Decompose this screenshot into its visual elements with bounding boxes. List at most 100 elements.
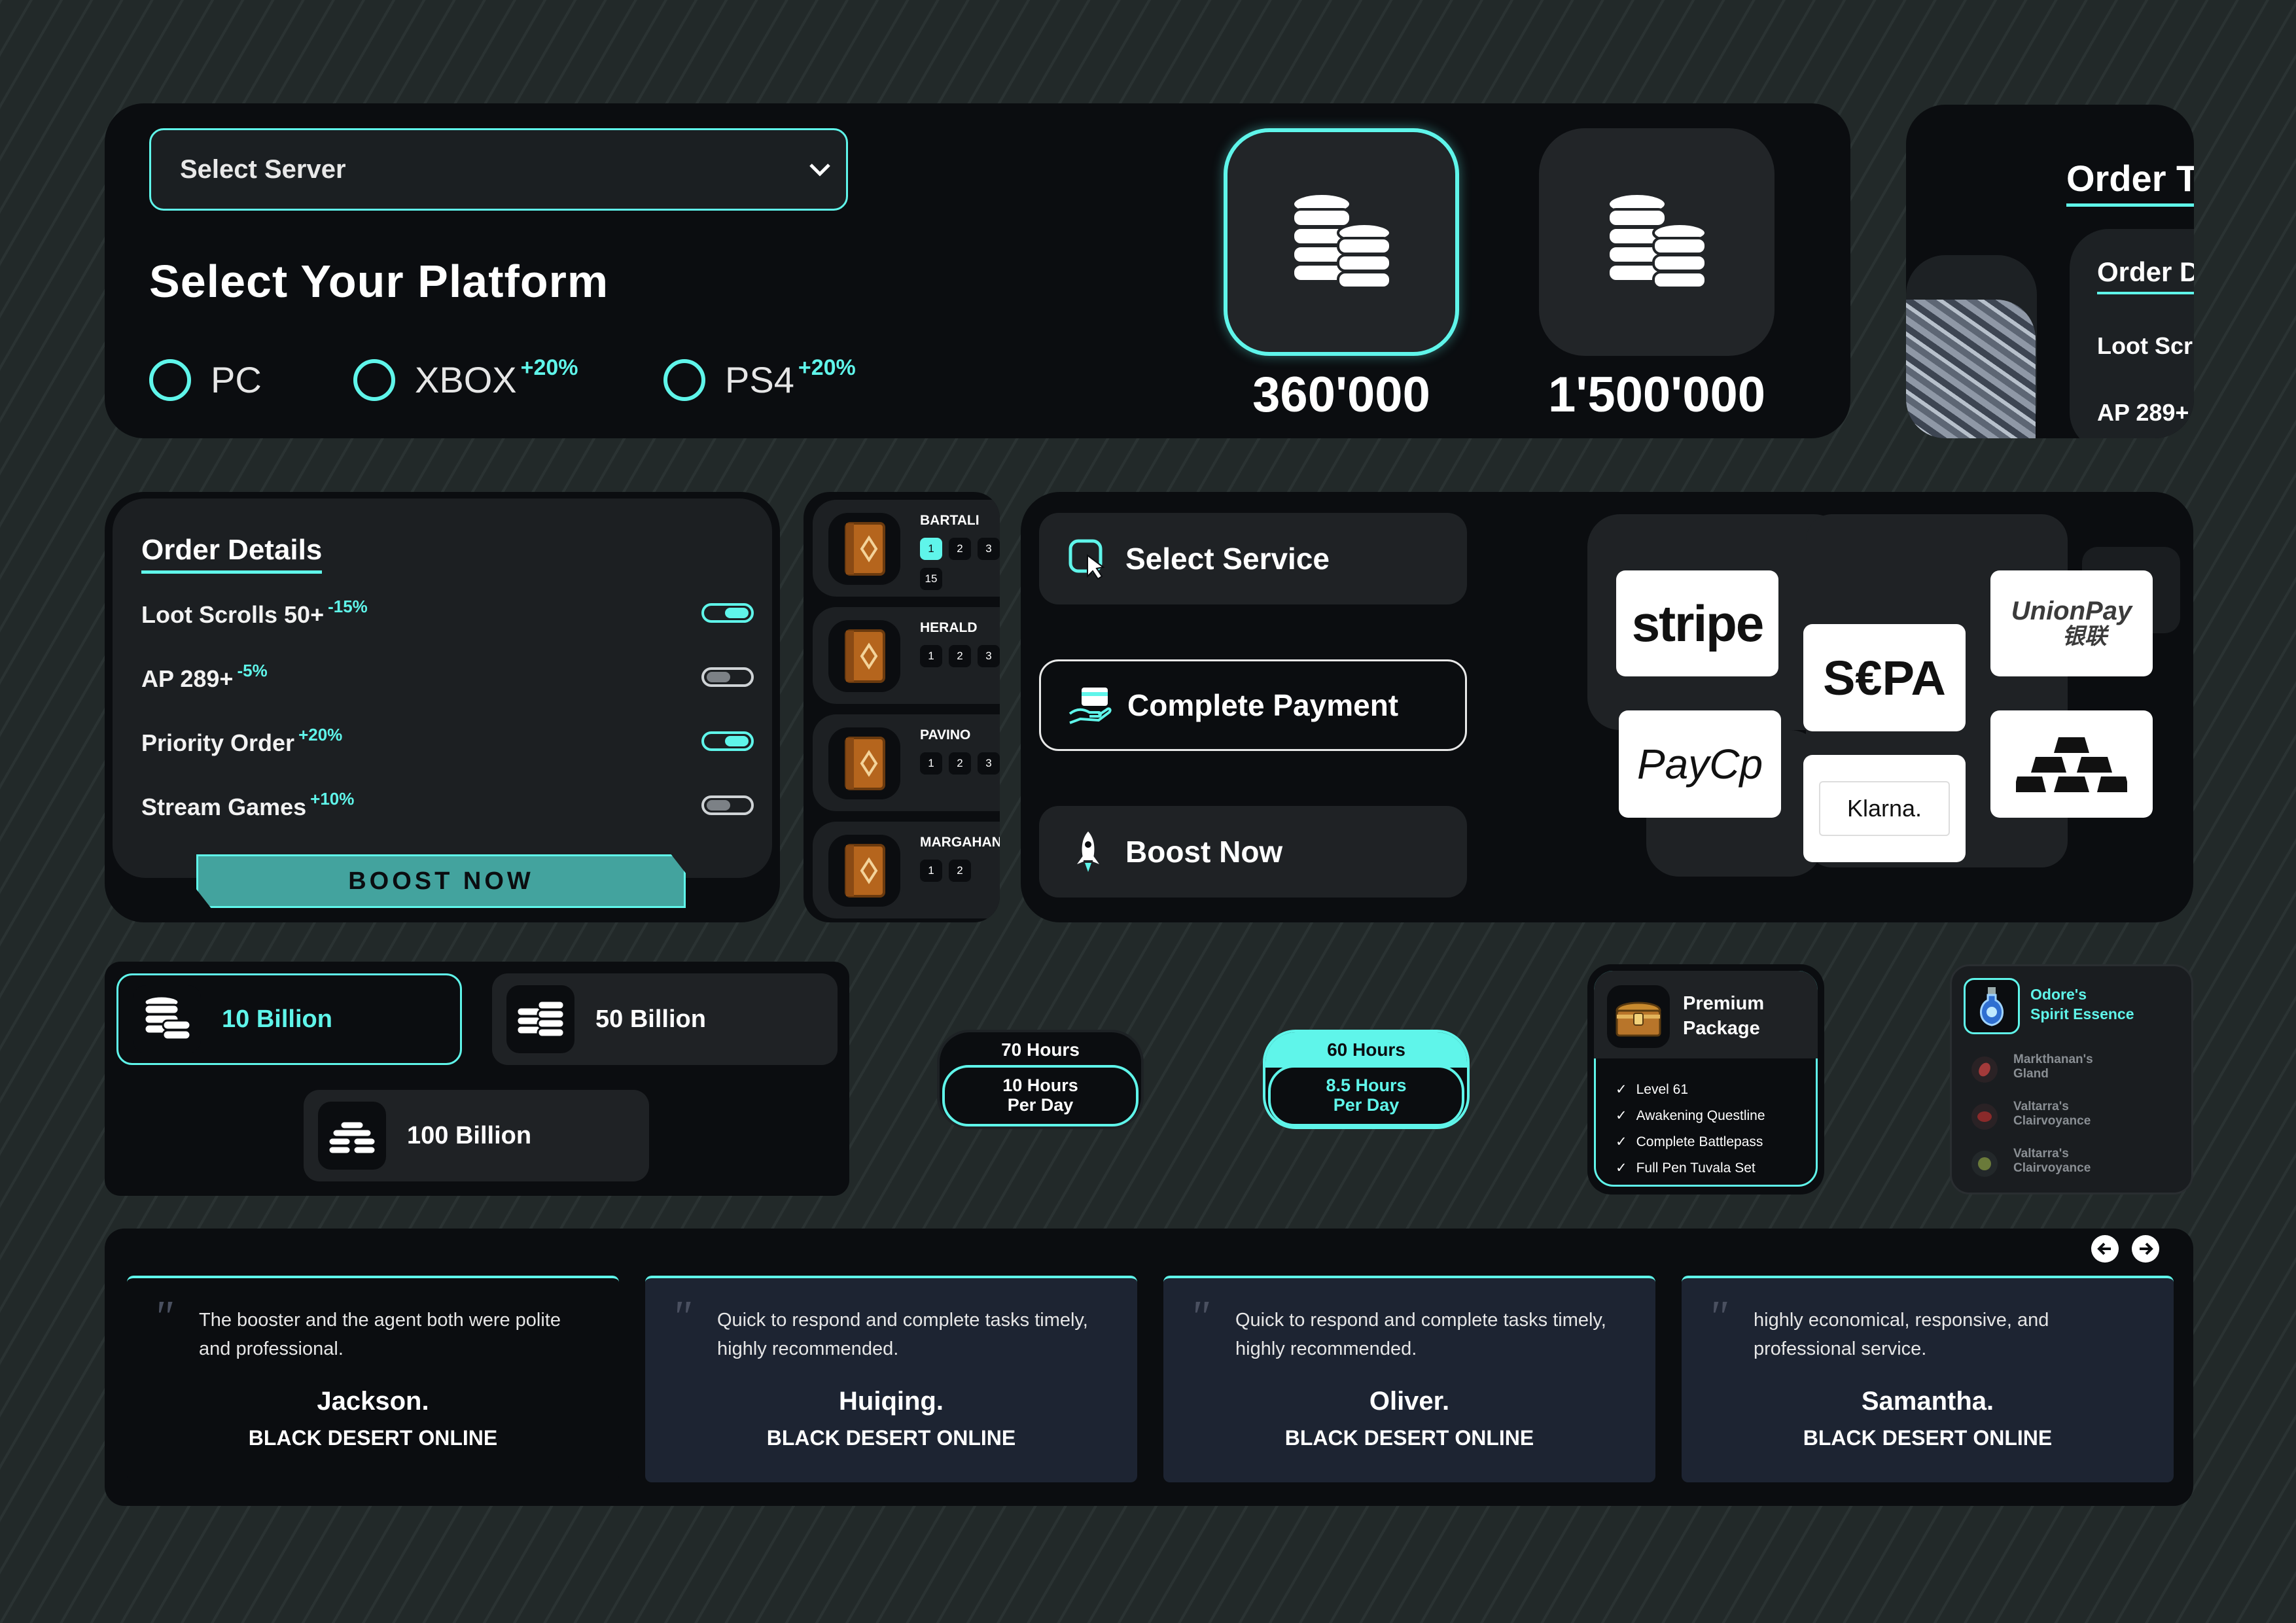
platform-option-xbox[interactable]: XBOX +20% xyxy=(353,355,578,401)
premium-package-inner: Premium Package ✓ Level 61 ✓ Awakening Que… xyxy=(1594,971,1818,1187)
page-button[interactable]: 15 xyxy=(920,568,942,590)
coin-option-360k[interactable] xyxy=(1224,128,1459,356)
page-button[interactable]: 1 xyxy=(920,860,942,882)
page-button[interactable]: 1 xyxy=(920,752,942,775)
billion-option-100[interactable]: 100 Billion xyxy=(304,1090,649,1181)
book-icon xyxy=(828,513,900,585)
platform-bonus: +20% xyxy=(520,355,578,380)
testimonial-name: Oliver. xyxy=(1369,1387,1450,1416)
klarna-label: Klarna. xyxy=(1846,795,1922,822)
hours-option-70[interactable]: 70 Hours 10 Hours Per Day xyxy=(937,1030,1144,1129)
server-select[interactable]: Select Server xyxy=(149,128,848,211)
gland-icon xyxy=(1971,1056,1998,1083)
page-button[interactable]: 3 xyxy=(978,538,1000,560)
page-button[interactable]: 3 xyxy=(978,752,1000,775)
coin-option-1500k[interactable] xyxy=(1539,128,1775,356)
prev-arrow-button[interactable] xyxy=(2091,1235,2119,1263)
testimonial-text: highly economical, responsive, and profe… xyxy=(1754,1310,2049,1359)
radio-circle[interactable] xyxy=(353,358,395,401)
order-item-toggle[interactable] xyxy=(701,667,754,687)
order-item-mod: -15% xyxy=(328,597,368,616)
order-item: Loot Scrolls 50+ -15% xyxy=(141,597,368,629)
platform-label: XBOX xyxy=(415,359,517,400)
book-item[interactable]: BARTALI 1 2 3 15 xyxy=(813,500,1000,597)
page-button[interactable]: 1 xyxy=(920,538,942,560)
testimonial-card: " The booster and the agent both were po… xyxy=(127,1276,619,1482)
server-select-label: Select Server xyxy=(180,154,346,184)
coin-stack-icon xyxy=(318,1102,386,1170)
spirit-item-line2: Clairvoyance xyxy=(2013,1114,2091,1128)
spirit-essence-card[interactable]: Odore's Spirit Essence Markthanan's Gland… xyxy=(1950,964,2193,1195)
klarna-logo[interactable]: Klarna. xyxy=(1803,755,1966,862)
platform-option-ps4[interactable]: PS4 +20% xyxy=(663,355,856,401)
order-summary-line: Loot Scr xyxy=(2097,332,2193,359)
radio-circle[interactable] xyxy=(663,358,705,401)
platform-label: PS4 xyxy=(725,359,794,400)
billion-label: 10 Billion xyxy=(222,1005,332,1033)
hours-option-60[interactable]: 60 Hours 8.5 Hours Per Day xyxy=(1263,1030,1470,1129)
toggle-knob xyxy=(725,608,749,618)
testimonial-name: Jackson. xyxy=(317,1387,429,1416)
order-item-toggle[interactable] xyxy=(701,795,754,815)
book-item[interactable]: HERALD 1 2 3 xyxy=(813,607,1000,704)
spirit-item-line2: Gland xyxy=(2013,1067,2049,1081)
testimonial-game: BLACK DESERT ONLINE xyxy=(1803,1426,2053,1450)
hours-total: 70 Hours xyxy=(1001,1039,1080,1060)
complete-payment-button[interactable]: Complete Payment xyxy=(1039,659,1467,751)
order-item-toggle[interactable] xyxy=(701,731,754,751)
platform-option-pc[interactable]: PC xyxy=(149,358,262,401)
order-item: AP 289+ -5% xyxy=(141,661,268,693)
book-icon xyxy=(828,620,900,692)
spirit-item-line1: Markthanan's xyxy=(2013,1053,2093,1066)
order-item: Priority Order +20% xyxy=(141,725,342,757)
hours-per-day-unit: Per Day xyxy=(1333,1095,1400,1115)
premium-item-label: Complete Battlepass xyxy=(1636,1134,1763,1149)
order-item-mod: -5% xyxy=(237,661,268,680)
page-button[interactable]: 2 xyxy=(949,538,971,560)
spirit-title-line2: Spirit Essence xyxy=(2030,1005,2134,1022)
unionpay-logo[interactable]: UnionPay 银联 xyxy=(1990,570,2153,676)
page-button[interactable]: 1 xyxy=(920,645,942,667)
stripe-logo[interactable]: stripe xyxy=(1616,570,1778,676)
book-name: HERALD xyxy=(920,620,978,635)
hours-per-day-value: 10 Hours xyxy=(1002,1075,1078,1095)
book-item[interactable]: MARGAHAN 1 2 xyxy=(813,822,1000,918)
spirit-item: Valtarra's Clairvoyance xyxy=(1971,1100,2091,1130)
stripe-label: stripe xyxy=(1631,594,1764,652)
premium-item: ✓ Level 61 xyxy=(1616,1081,1688,1098)
billion-option-10[interactable]: 10 Billion xyxy=(116,973,462,1065)
page-button[interactable]: 2 xyxy=(949,645,971,667)
page-button[interactable]: 3 xyxy=(978,645,1000,667)
premium-item-label: Level 61 xyxy=(1636,1082,1689,1097)
page-button[interactable]: 2 xyxy=(949,752,971,775)
testimonials-panel: " The booster and the agent both were po… xyxy=(105,1229,2193,1506)
arrow-right-icon xyxy=(2140,1242,2153,1255)
hours-per-day: 10 Hours Per Day xyxy=(942,1065,1139,1126)
order-item-toggle[interactable] xyxy=(701,603,754,623)
potion-icon xyxy=(1964,978,2020,1034)
spirit-item-line2: Clairvoyance xyxy=(2013,1161,2091,1175)
boost-now-step-button[interactable]: Boost Now xyxy=(1039,806,1467,898)
boost-now-button[interactable]: BOOST NOW xyxy=(196,854,686,908)
select-service-button[interactable]: Select Service xyxy=(1039,513,1467,604)
cursor-target-icon xyxy=(1069,539,1105,580)
page-button[interactable]: 2 xyxy=(949,860,971,882)
treasure-chest-icon xyxy=(1607,985,1670,1048)
book-item[interactable]: PAVINO 1 2 3 xyxy=(813,714,1000,811)
radio-circle[interactable] xyxy=(149,358,191,401)
paycop-logo[interactable]: PayCp xyxy=(1619,710,1781,818)
sepa-logo[interactable]: S€PA xyxy=(1803,624,1966,731)
gold-bars-logo[interactable] xyxy=(1990,710,2153,818)
next-arrow-button[interactable] xyxy=(2132,1235,2159,1263)
testimonial-game: BLACK DESERT ONLINE xyxy=(1284,1426,1534,1450)
order-item: Stream Games +10% xyxy=(141,789,354,821)
billion-option-50[interactable]: 50 Billion xyxy=(492,973,838,1065)
book-name: PAVINO xyxy=(920,727,971,742)
quote-icon: " xyxy=(153,1292,173,1342)
premium-item-label: Full Pen Tuvala Set xyxy=(1636,1161,1756,1176)
spirit-title-line1: Odore's xyxy=(2030,986,2087,1003)
premium-package-card[interactable]: Premium Package ✓ Level 61 ✓ Awakening Que… xyxy=(1587,964,1824,1195)
billion-label: 100 Billion xyxy=(407,1121,532,1149)
order-summary-line: AP 289+ xyxy=(2097,399,2189,426)
platform-label: PC xyxy=(211,359,262,400)
